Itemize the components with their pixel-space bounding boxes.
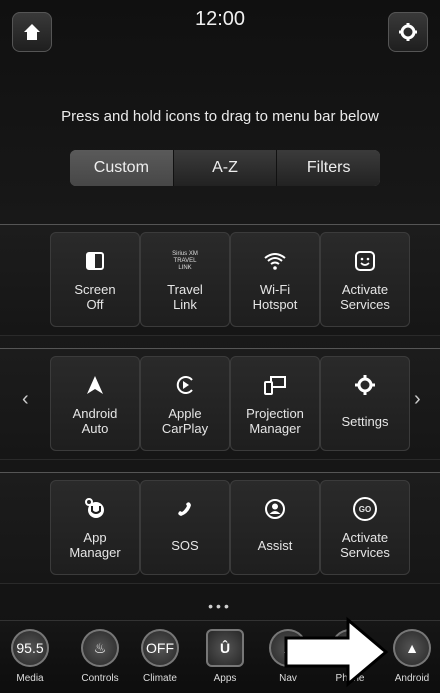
instruction-text: Press and hold icons to drag to menu bar…	[61, 108, 379, 125]
go-icon: GO	[353, 497, 377, 521]
tile-activate-services-go[interactable]: GO Activate Services	[320, 480, 410, 575]
android-auto-icon: ▲	[393, 629, 431, 667]
tab-custom[interactable]: Custom	[70, 150, 174, 186]
tile-sos[interactable]: SOS	[140, 480, 230, 575]
travel-link-icon: Sirius XM TRAVEL LINK	[172, 250, 198, 271]
half-square-icon	[86, 252, 104, 270]
tile-label: Activate Services	[340, 530, 390, 560]
tile-android-auto[interactable]: Android Auto	[50, 356, 140, 451]
person-icon	[265, 499, 285, 519]
tile-travel-link[interactable]: Sirius XM TRAVEL LINK Travel Link	[140, 232, 230, 327]
android-auto-icon	[87, 376, 103, 394]
tile-screen-off[interactable]: Screen Off	[50, 232, 140, 327]
tile-label: Assist	[257, 538, 293, 553]
tile-projection-manager[interactable]: Projection Manager	[230, 356, 320, 451]
tile-apple-carplay[interactable]: Apple CarPlay	[140, 356, 230, 451]
tab-filters[interactable]: Filters	[277, 150, 380, 186]
tile-assist[interactable]: Assist	[230, 480, 320, 575]
tile-activate-services[interactable]: Activate Services	[320, 232, 410, 327]
dock-climate[interactable]: OFF Climate	[130, 629, 190, 684]
tile-label: Travel Link	[167, 282, 203, 312]
smiley-icon	[355, 251, 375, 271]
tile-label: Activate Services	[340, 282, 390, 312]
screen: 12:00 Press and hold icons to drag to me…	[0, 0, 440, 693]
projection-icon	[264, 376, 286, 395]
wifi-icon	[264, 253, 286, 270]
tile-app-manager[interactable]: App Manager	[50, 480, 140, 575]
callout-arrow-graphic	[284, 616, 389, 688]
radio-icon: 95.5	[11, 629, 49, 667]
tile-label: Apple CarPlay	[161, 406, 209, 436]
sort-tabs: Custom A-Z Filters	[70, 150, 380, 186]
climate-icon: OFF	[141, 629, 179, 667]
gear-icon	[355, 375, 375, 395]
page-prev-button[interactable]: ‹	[22, 388, 29, 411]
tile-label: Settings	[341, 414, 389, 429]
seat-heat-icon: ♨	[81, 629, 119, 667]
app-row-1: Screen Off Sirius XM TRAVEL LINK Travel Link…	[0, 224, 440, 336]
page-indicator: •••	[208, 598, 232, 614]
app-row-3: App Manager SOS Assist GO Activate Service…	[0, 472, 440, 584]
clock: 12:00	[194, 8, 246, 30]
dock-apps[interactable]: Û Apps	[195, 629, 255, 684]
carplay-icon	[176, 376, 193, 394]
tab-a-z[interactable]: A-Z	[173, 150, 278, 186]
phone-icon	[178, 502, 191, 516]
page-next-button[interactable]: ›	[414, 388, 421, 411]
gear-icon	[399, 23, 417, 41]
tile-label: App Manager	[69, 530, 121, 560]
settings-button[interactable]	[388, 12, 428, 52]
tile-label: SOS	[171, 538, 199, 553]
dock-controls[interactable]: ♨ Controls	[70, 629, 130, 684]
tile-settings[interactable]: Settings	[320, 356, 410, 451]
tile-label: Wi-Fi Hotspot	[252, 282, 298, 312]
tile-label: Android Auto	[72, 406, 118, 436]
uconnect-gear-icon	[85, 498, 104, 518]
apps-icon: Û	[206, 629, 244, 667]
tile-label: Projection Manager	[246, 406, 304, 436]
tile-wifi-hotspot[interactable]: Wi-Fi Hotspot	[230, 232, 320, 327]
dock-media[interactable]: 95.5 Media	[0, 629, 60, 684]
app-row-2: Android Auto Apple CarPlay Projection Manag…	[0, 348, 440, 460]
tile-label: Screen Off	[74, 282, 116, 312]
